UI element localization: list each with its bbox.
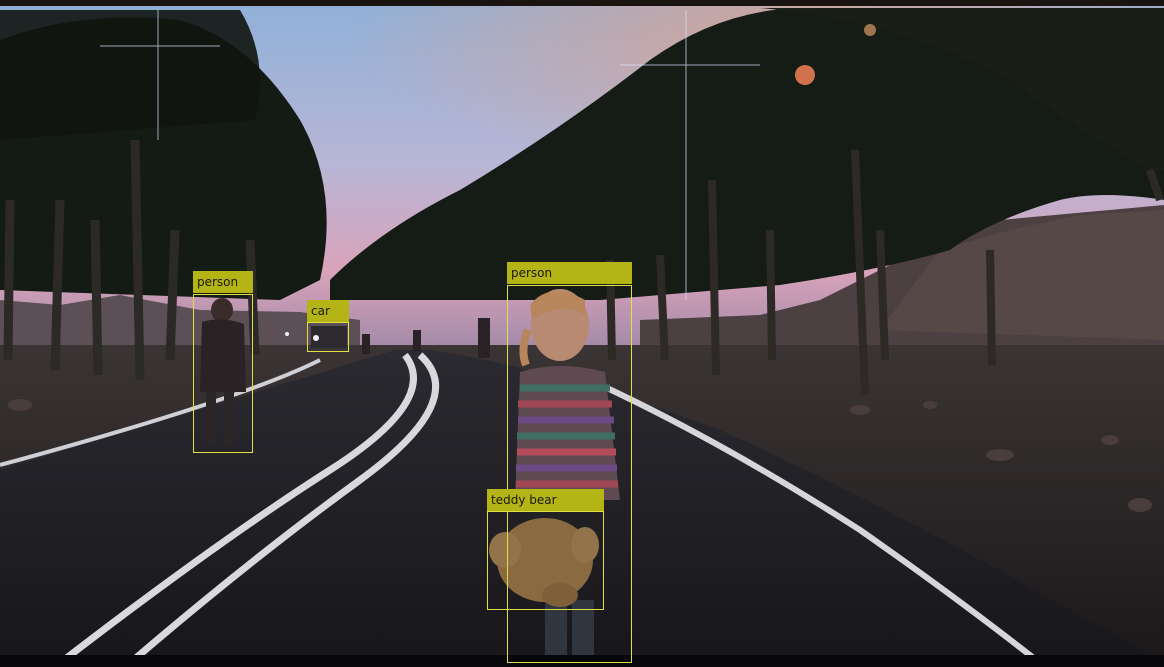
detection-label-teddy-bear: teddy bear [487,489,604,511]
detection-box-person-left [193,294,253,453]
detection-box-teddy-bear [487,511,604,610]
detection-box-car [307,322,349,352]
detection-label-person-left: person [193,271,253,293]
detection-label-car: car [307,300,349,322]
detection-label-person-child: person [507,262,632,284]
